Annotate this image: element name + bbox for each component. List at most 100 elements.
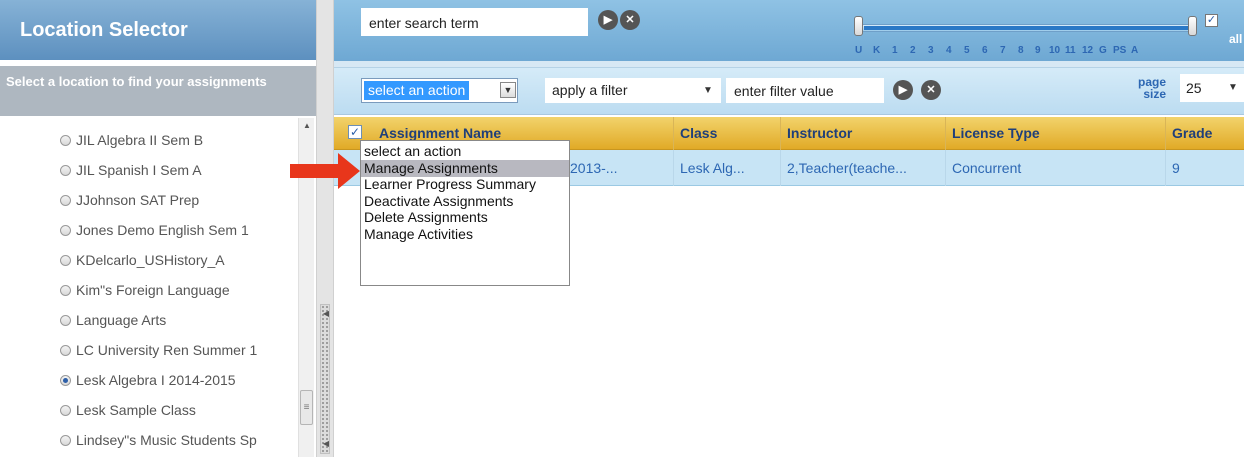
location-label: JIL Spanish I Sem A [76,162,202,178]
grade-tick-label[interactable]: 9 [1035,45,1041,56]
grade-tick-label[interactable]: 1 [892,45,898,56]
radio-button-icon[interactable] [60,195,71,206]
grade-tick-label[interactable]: 8 [1018,45,1024,56]
chevron-down-icon[interactable]: ▼ [500,82,516,98]
action-dropdown-menu: select an action Manage Assignments Learne… [360,140,570,286]
location-radio-item[interactable]: Lindsey"s Music Students Sp [60,429,257,451]
column-header-license-type[interactable]: License Type [946,117,1166,150]
filter-go-icon[interactable]: ▶ [893,80,913,100]
column-header-grade[interactable]: Grade [1166,117,1244,150]
location-radio-item[interactable]: Kim"s Foreign Language [60,279,230,301]
grade-tick-label[interactable]: 11 [1065,45,1076,56]
menu-item[interactable]: Manage Assignments [361,159,569,177]
page-size-label: page size [1138,76,1166,100]
location-label: Lesk Algebra I 2014-2015 [76,372,236,388]
grade-tick-label[interactable]: A [1131,45,1138,56]
grade-tick-label[interactable]: U [855,45,862,56]
menu-item[interactable]: Deactivate Assignments [361,193,569,210]
filter-value-input[interactable] [726,78,884,103]
cell-class: Lesk Alg... [674,150,781,186]
cell-grade: 9 [1172,160,1180,176]
grade-range-fill [864,26,1190,30]
location-label: KDelcarlo_USHistory_A [76,252,225,268]
grade-tick-label[interactable]: G [1099,45,1107,56]
location-radio-item[interactable]: Language Arts [60,309,166,331]
radio-button-icon[interactable] [60,225,71,236]
page-size-select[interactable]: 25 ▼ [1180,74,1244,102]
search-input[interactable] [361,8,588,36]
grade-tick-label[interactable]: 4 [946,45,952,56]
location-radio-item[interactable]: Lesk Algebra I 2014-2015 [60,369,236,391]
location-label: JJohnson SAT Prep [76,192,200,208]
grade-tick-label[interactable]: 6 [982,45,988,56]
location-label: Jones Demo English Sem 1 [76,222,249,238]
column-header-class[interactable]: Class [674,117,781,150]
menu-item[interactable]: select an action [361,143,569,160]
menu-item[interactable]: Delete Assignments [361,209,569,226]
page-size-label-line2: size [1143,87,1167,101]
menu-item[interactable]: Manage Activities [361,226,569,243]
scroll-thumb[interactable]: ≡ [300,390,313,425]
radio-button-icon[interactable] [60,135,71,146]
radio-button-icon[interactable] [60,375,71,386]
radio-button-icon[interactable] [60,435,71,446]
splitter-grip[interactable]: ◀ ◀ [320,304,330,454]
location-radio-item[interactable]: Lesk Sample Class [60,399,196,421]
grade-tick-label[interactable]: 7 [1000,45,1006,56]
grade-tick-label[interactable]: 12 [1082,45,1093,56]
filter-clear-icon[interactable]: ✕ [921,80,941,100]
all-grades-label: all [1229,32,1243,46]
red-arrow-icon [290,153,360,189]
select-all-checkbox[interactable]: ✓ [348,125,362,139]
action-select[interactable]: select an action ▼ [361,78,518,103]
location-selector-panel: Location Selector Select a location to f… [0,0,316,457]
cell-license-type: Concurrent [946,150,1166,186]
location-radio-item[interactable]: Jones Demo English Sem 1 [60,219,249,241]
grade-tick-label[interactable]: K [873,45,880,56]
location-radio-item[interactable]: JJohnson SAT Prep [60,189,199,211]
filter-select-value: apply a filter [552,82,628,98]
collapse-left-icon[interactable]: ◀ [321,439,331,449]
location-label: Lesk Sample Class [76,402,196,418]
radio-button-icon[interactable] [60,255,71,266]
location-label: JIL Algebra II Sem B [76,132,204,148]
search-go-icon[interactable]: ▶ [598,10,618,30]
location-label: Lindsey"s Music Students Sp [76,432,257,448]
location-label: Kim"s Foreign Language [76,282,230,298]
grade-tick-label[interactable]: PS [1113,45,1126,56]
filter-select[interactable]: apply a filter ▼ [545,78,721,103]
location-radio-item[interactable]: LC University Ren Summer 1 [60,339,257,361]
menu-item[interactable]: Learner Progress Summary [361,176,569,193]
panel-instruction: Select a location to find your assignmen… [0,66,316,116]
radio-button-icon[interactable] [60,405,71,416]
grade-tick-label[interactable]: 2 [910,45,916,56]
location-radio-item[interactable]: JIL Algebra II Sem B [60,129,203,151]
chevron-down-icon[interactable]: ▼ [703,78,713,103]
grade-slider-max-handle[interactable] [1188,16,1197,36]
radio-button-icon[interactable] [60,315,71,326]
radio-button-icon[interactable] [60,165,71,176]
location-list: JIL Algebra II Sem B JIL Spanish I Sem A J… [0,118,298,457]
panel-title: Location Selector [0,0,316,60]
all-grades-checkbox[interactable]: ✓ [1205,14,1218,27]
grade-tick-labels: U K 1 2 3 4 5 6 7 8 9 10 11 12 G PS A [855,45,1195,59]
location-label: LC University Ren Summer 1 [76,342,258,358]
grade-tick-label[interactable]: 3 [928,45,934,56]
location-radio-item[interactable]: KDelcarlo_USHistory_A [60,249,225,271]
location-label: Language Arts [76,312,167,328]
radio-button-icon[interactable] [60,345,71,356]
search-clear-icon[interactable]: ✕ [620,10,640,30]
grade-slider-min-handle[interactable] [854,16,863,36]
grade-tick-label[interactable]: 10 [1049,45,1060,56]
column-header-instructor[interactable]: Instructor [781,117,946,150]
chevron-down-icon[interactable]: ▼ [1228,74,1238,102]
location-radio-item[interactable]: JIL Spanish I Sem A [60,159,202,181]
panel-splitter[interactable]: ◀ ◀ [316,0,334,457]
page-size-value: 25 [1186,80,1202,96]
action-select-value: select an action [364,81,470,100]
scroll-up-arrow-icon[interactable]: ▲ [301,120,313,132]
cell-instructor: 2,Teacher(teache... [781,150,946,186]
collapse-left-icon[interactable]: ◀ [321,309,331,319]
radio-button-icon[interactable] [60,285,71,296]
grade-tick-label[interactable]: 5 [964,45,970,56]
